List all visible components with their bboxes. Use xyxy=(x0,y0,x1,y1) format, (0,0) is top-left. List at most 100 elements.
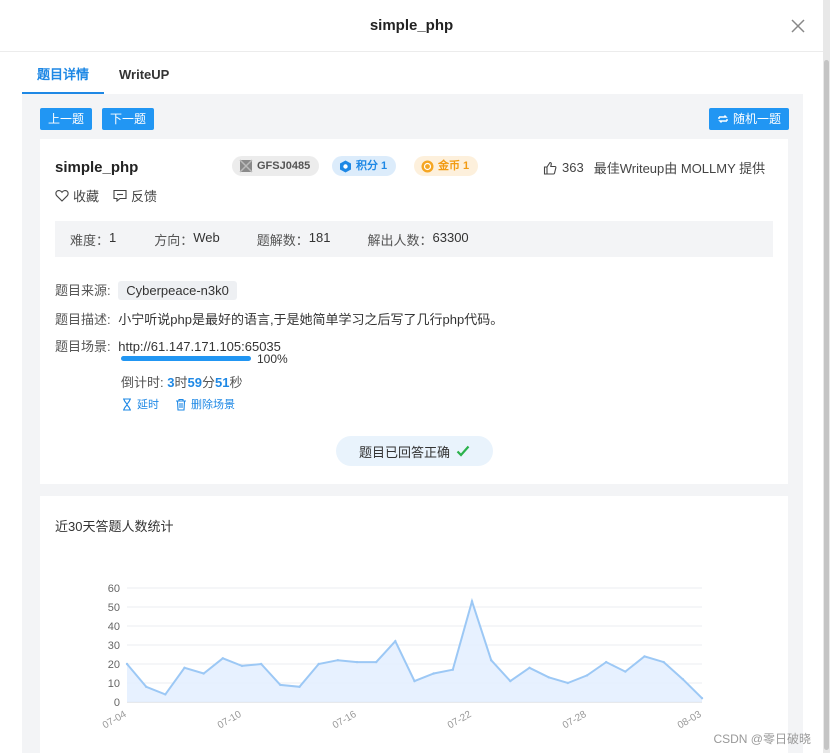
data-point xyxy=(624,670,627,673)
stats-card: 近30天答题人数统计 0 10 20 30 40 50 60 07-04 07-10 07-16 0… xyxy=(40,496,788,753)
action-row: 收藏 反馈 xyxy=(55,186,157,205)
scrollbar[interactable] xyxy=(823,0,830,753)
data-point xyxy=(355,660,359,664)
puzzle-icon xyxy=(239,159,253,173)
trash-icon xyxy=(176,398,186,411)
score-icon xyxy=(340,160,351,172)
feedback-label: 反馈 xyxy=(131,189,158,204)
source-tag: Cyberpeace-n3k0 xyxy=(118,281,237,300)
coin-badge: 金币 1 xyxy=(414,156,479,176)
tab-bar: 题目详情 WriteUP xyxy=(22,60,184,94)
shuffle-icon xyxy=(718,115,728,123)
data-point xyxy=(470,600,474,603)
data-point xyxy=(528,666,531,669)
scene-progress-bar xyxy=(121,356,251,361)
difficulty-value: 1 xyxy=(109,229,117,245)
data-point xyxy=(451,668,455,671)
data-point xyxy=(183,666,186,669)
feedback-button[interactable]: 反馈 xyxy=(113,186,157,205)
countdown-hours-unit: 时 xyxy=(174,375,188,390)
area-fill xyxy=(127,601,702,702)
data-point xyxy=(394,640,397,643)
data-point xyxy=(643,655,646,658)
writeups-label: 题解数： xyxy=(256,232,309,248)
x-tick-label: 07-28 xyxy=(561,709,589,732)
data-point xyxy=(489,659,493,662)
next-challenge-button[interactable]: 下一题 xyxy=(102,108,155,130)
solvers-field: 解出人数： 63300 xyxy=(367,230,468,249)
score-badge: 积分 1 xyxy=(332,156,397,176)
data-point xyxy=(259,662,263,666)
y-tick-label: 10 xyxy=(108,678,120,690)
y-tick-label: 50 xyxy=(108,602,120,614)
random-challenge-label: 随机一题 xyxy=(733,112,782,126)
difficulty-field: 难度： 1 xyxy=(70,230,116,249)
extend-button[interactable]: 延时 xyxy=(121,396,159,412)
countdown-minutes: 59 xyxy=(187,375,202,390)
solved-status: 题目已回答正确 xyxy=(336,436,493,466)
direction-value: Web xyxy=(193,229,220,245)
countdown-minutes-unit: 分 xyxy=(201,375,215,390)
source-field: 题目来源: Cyberpeace-n3k0 xyxy=(55,280,237,300)
data-point xyxy=(413,679,416,683)
data-point xyxy=(144,685,148,688)
delete-scene-button[interactable]: 删除场景 xyxy=(175,396,235,412)
data-point xyxy=(279,683,282,687)
data-point xyxy=(125,662,129,666)
content-area: 上一题 下一题 随机一题 simple_php GFSJ0485 积分 1 金币… xyxy=(22,94,803,753)
feedback-icon xyxy=(113,189,127,202)
answers-chart: 0 10 20 30 40 50 60 07-04 07-10 07-16 07-22 07-28 08… xyxy=(101,583,704,732)
data-point xyxy=(298,685,301,688)
check-icon xyxy=(456,445,470,457)
y-tick-label: 60 xyxy=(108,583,120,595)
hourglass-icon xyxy=(123,397,131,411)
challenge-modal: simple_php 题目详情 WriteUP 上一题 下一题 随机一题 sim… xyxy=(0,0,823,753)
writeups-field: 题解数： 181 xyxy=(257,230,331,249)
scene-progress-text: 100% xyxy=(257,352,288,366)
data-point xyxy=(221,657,225,660)
scrollbar-thumb[interactable] xyxy=(824,60,829,750)
description-field: 题目描述: 小宁听说php是最好的语言,于是她简单学习之后写了几行php代码。 xyxy=(55,309,503,328)
data-point xyxy=(547,676,550,679)
source-label: 题目来源: xyxy=(55,283,111,298)
data-point xyxy=(566,681,570,685)
x-tick-label: 08-03 xyxy=(676,709,704,732)
challenge-card: simple_php GFSJ0485 积分 1 金币 1 363 最佳Writ… xyxy=(40,139,788,484)
solvers-label: 解出人数： xyxy=(367,232,433,248)
likes-count: 363 xyxy=(562,160,584,175)
favorite-button[interactable]: 收藏 xyxy=(55,186,99,205)
thumbs-up-icon[interactable] xyxy=(543,161,557,175)
prev-challenge-button[interactable]: 上一题 xyxy=(40,108,93,130)
scene-actions: 延时 删除场景 xyxy=(121,396,235,412)
y-tick-label: 30 xyxy=(108,640,120,652)
description-label: 题目描述: xyxy=(55,312,111,327)
tab-writeup[interactable]: WriteUP xyxy=(104,60,184,94)
scene-label: 题目场景: xyxy=(55,339,111,354)
data-point xyxy=(336,659,340,662)
scene-field: 题目场景: http://61.147.171.105:65035 xyxy=(55,336,281,355)
data-point xyxy=(604,660,608,664)
likes-area: 363 最佳Writeup由 MOLLMY 提供 xyxy=(543,158,765,177)
scene-progress-fill xyxy=(121,356,251,361)
data-point xyxy=(681,678,685,681)
score-label: 积分 1 xyxy=(356,160,388,172)
countdown-seconds-unit: 秒 xyxy=(229,375,243,390)
data-point xyxy=(509,679,512,683)
direction-label: 方向： xyxy=(154,232,194,248)
y-tick-label: 20 xyxy=(108,659,120,671)
data-point xyxy=(432,672,435,675)
close-icon[interactable] xyxy=(789,17,807,35)
watermark: CSDN @零日破晓 xyxy=(713,732,811,746)
data-point xyxy=(662,660,665,664)
countdown-seconds: 51 xyxy=(214,375,230,390)
coin-icon xyxy=(421,160,434,172)
challenge-name: simple_php xyxy=(55,159,139,176)
delete-scene-label: 删除场景 xyxy=(191,399,235,411)
modal-header: simple_php xyxy=(0,0,823,52)
modal-title: simple_php xyxy=(369,17,454,34)
challenge-id-badge: GFSJ0485 xyxy=(232,156,320,176)
random-challenge-button[interactable]: 随机一题 xyxy=(709,108,790,130)
direction-field: 方向： Web xyxy=(154,230,220,249)
data-point xyxy=(164,693,167,696)
tab-details[interactable]: 题目详情 xyxy=(22,60,105,94)
